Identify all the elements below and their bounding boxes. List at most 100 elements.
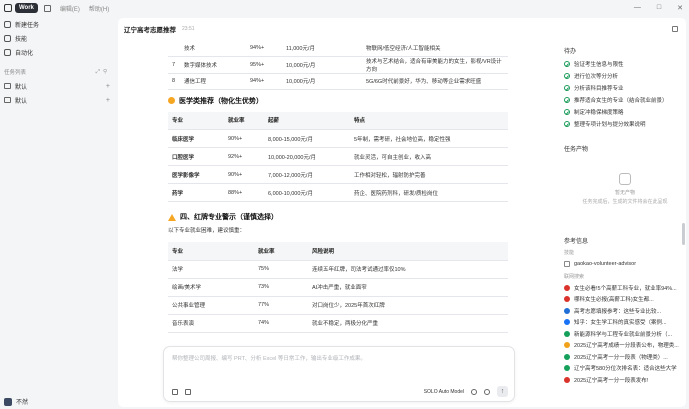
todo-item: 分析该科目推荐专业 xyxy=(564,82,686,94)
table-header: 专业 xyxy=(168,242,254,261)
attach-icon[interactable] xyxy=(172,389,178,395)
table-header: 特点 xyxy=(350,111,508,130)
skill-item[interactable]: gaokao-volunteer-advisor xyxy=(564,258,686,269)
menu-help[interactable]: 帮助(H) xyxy=(89,4,109,13)
flex-emoji-icon xyxy=(168,97,175,104)
site-favicon-icon xyxy=(564,342,570,349)
todo-list: 验证考生信息与限性 进行位次等分分析 分析该科目推荐专业 推荐适合女生的专业（结合就业… xyxy=(564,58,686,130)
check-circle-icon xyxy=(564,121,570,127)
todo-title: 待办 xyxy=(564,49,577,55)
table-cell: 90%+ xyxy=(224,129,264,148)
microphone-icon[interactable] xyxy=(484,388,490,395)
search-result-link[interactable]: 新能源科学与工程专业就业前景分析（... xyxy=(564,328,686,340)
table-cell: 临床医学 xyxy=(168,129,224,148)
table-row: 口腔医学 92%+ 10,000-20,000元/月 就业灵活，可自主创业，收入高 xyxy=(168,147,508,166)
reference-title: 参考信息 xyxy=(564,239,589,245)
table-cell: 74% xyxy=(254,314,308,333)
task-group-label: 默认 xyxy=(15,98,28,105)
skills-icon xyxy=(4,34,11,42)
table-cell: 11,000元/月 xyxy=(282,40,362,57)
section-heading-medical: 医学类推荐（物化生优势） xyxy=(168,96,513,106)
maximize-icon[interactable]: □ xyxy=(657,4,661,12)
sidebar-item-automation[interactable]: 自动化 xyxy=(0,46,118,58)
medical-table: 专业 就业率 起薪 特点 临床医学 90%+ 8,000-15,000元/月 5年制，需考研… xyxy=(168,111,508,202)
work-mode-button[interactable]: Work xyxy=(15,3,38,13)
table-row: 医学影像学 90%+ 7,000-12,000元/月 工作相对轻松，辐射防护完善 xyxy=(168,165,508,184)
search-result-link[interactable]: 知乎：女生学工科的真实感受（案例... xyxy=(564,317,686,329)
sidebar-item-skills[interactable]: 技能 xyxy=(0,32,118,44)
search-result-link[interactable]: 哪科女生必报(高薪工科)女生都... xyxy=(564,294,686,306)
expand-panel-icon[interactable] xyxy=(672,26,678,32)
check-circle-icon xyxy=(564,109,570,115)
layout-toggle-icon[interactable] xyxy=(43,4,51,12)
table-cell: 10,000元/月 xyxy=(282,73,362,90)
search-result-link[interactable]: 2025辽宁高考成绩一分段表公布，物理类... xyxy=(564,340,686,352)
link-text: 辽宁高考580分位次排名表：适合这些大学 xyxy=(574,366,677,373)
task-group-default[interactable]: 默认 + xyxy=(0,80,118,92)
table-cell: 药学 xyxy=(168,183,224,202)
scrollbar[interactable] xyxy=(682,223,685,245)
table-cell: 8,000-15,000元/月 xyxy=(264,129,350,148)
table-cell: 5G/6G时代前景好，华为、移动等企业需求旺盛 xyxy=(362,73,508,90)
task-list-label: 任务列表 xyxy=(4,70,27,76)
artifacts-title: 任务产物 xyxy=(564,147,589,153)
user-profile[interactable]: 不然 xyxy=(4,397,28,406)
search-result-link[interactable]: 辽宁高考580分位次排名表：适合这些大学 xyxy=(564,363,686,375)
check-circle-icon xyxy=(564,73,570,79)
table-cell: 音乐表演 xyxy=(168,314,254,333)
right-panel: 待办 验证考生信息与限性 进行位次等分分析 分析该科目推荐专业 推荐适合女生的专业（结… xyxy=(564,40,686,407)
table-cell: 工作相对轻松，辐射防护完善 xyxy=(350,165,508,184)
search-result-link[interactable]: 高考志愿填报参考：这些专业比较... xyxy=(564,305,686,317)
todo-item: 制定冲稳保梯度策略 xyxy=(564,106,686,118)
avatar xyxy=(4,397,12,406)
table-cell: 10,000-20,000元/月 xyxy=(264,147,350,166)
check-circle-icon xyxy=(564,97,570,103)
table-row: 8 通信工程 94%+ 10,000元/月 5G/6G时代前景好，华为、移动等企业需求旺… xyxy=(168,73,508,90)
sidebar-item-new-task[interactable]: 新建任务 xyxy=(0,18,118,30)
app-window: Work 编辑(E) 帮助(H) — □ ✕ 新建任务 技能 自动化 任务列表 … xyxy=(0,0,689,409)
table-cell: 77% xyxy=(254,296,308,315)
table-cell: 绘画/美术学 xyxy=(168,278,254,297)
search-result-link[interactable]: 2025辽宁高考一分一段表（物理类）... xyxy=(564,351,686,363)
link-text: 2025辽宁高考一分一段表发布! xyxy=(574,377,649,384)
table-cell: 73% xyxy=(254,278,308,297)
task-time: 23:51 xyxy=(182,26,195,32)
chat-input-box[interactable]: 帮你整理公司周报、编写 PRT、分析 Excel 等日常工作，输出专业级工作成果… xyxy=(163,346,515,402)
model-selector[interactable]: SOLO Auto Model xyxy=(424,389,464,395)
table-cell: 通信工程 xyxy=(180,73,246,90)
table-cell: 药企、医院药剂科，研发/质检岗位 xyxy=(350,183,508,202)
warning-icon xyxy=(168,213,176,221)
search-result-link[interactable]: 2025辽宁高考一分一段表发布! xyxy=(564,374,686,386)
todo-label: 制定冲稳保梯度策略 xyxy=(574,110,624,116)
table-cell: 连续五年红牌，司法考试通过率仅10% xyxy=(308,260,508,279)
table-cell: 10,000元/月 xyxy=(282,56,362,74)
todo-label: 分析该科目推荐专业 xyxy=(574,86,624,92)
settings-icon[interactable] xyxy=(471,388,477,395)
close-icon[interactable]: ✕ xyxy=(677,4,683,12)
paperclip-icon[interactable] xyxy=(185,389,191,395)
menu-edit[interactable]: 编辑(E) xyxy=(60,4,80,13)
table-cell: AI冲击严重，就业面窄 xyxy=(308,278,508,297)
site-favicon-icon xyxy=(564,365,570,372)
send-button[interactable]: ↑ xyxy=(497,386,508,397)
add-task-icon[interactable]: + xyxy=(106,97,110,104)
table-cell: 7 xyxy=(168,56,180,74)
table-row: 7 数字媒体技术 95%+ 10,000元/月 技术与艺术结合，适合有审美能力的女生，影… xyxy=(168,56,508,74)
table-cell: 技术 xyxy=(180,40,246,57)
site-favicon-icon xyxy=(564,353,570,360)
folder-icon xyxy=(4,83,11,89)
table-cell: 94%+ xyxy=(246,73,282,90)
automation-icon xyxy=(4,48,11,56)
task-group-default-2[interactable]: 默认 + xyxy=(0,94,118,106)
minimize-icon[interactable]: — xyxy=(634,4,641,12)
table-cell: 医学影像学 xyxy=(168,165,224,184)
chat-input-placeholder[interactable]: 帮你整理公司周报、编写 PRT、分析 Excel 等日常工作，输出专业级工作成果… xyxy=(172,354,366,362)
link-text: 2025辽宁高考一分一段表（物理类）... xyxy=(574,354,668,361)
search-result-link[interactable]: 女生必看!5个高薪工科专业，就业率94%... xyxy=(564,282,686,294)
input-actions: SOLO Auto Model ↑ xyxy=(424,386,508,397)
table-cell: 8 xyxy=(168,73,180,90)
artifacts-empty-state: 暂无产物 任务完成后，生成的文件将会在此呈现 xyxy=(564,156,686,222)
task-list-tools-icon[interactable]: ⤢⚲ xyxy=(96,69,110,76)
add-task-icon[interactable]: + xyxy=(106,83,110,90)
table-cell xyxy=(168,40,180,57)
